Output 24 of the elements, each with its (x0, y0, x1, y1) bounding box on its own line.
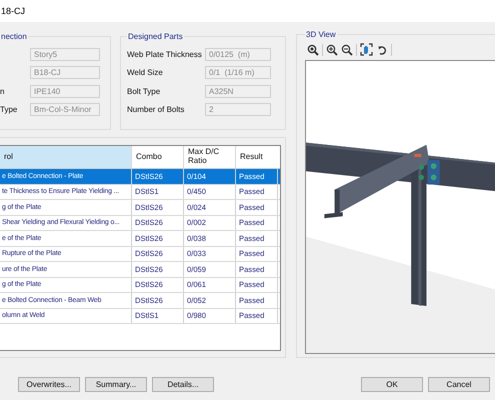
column-header[interactable]: Result (236, 146, 278, 168)
dialog-button[interactable]: Details... (152, 377, 214, 392)
group-title: Designed Parts (127, 32, 184, 41)
zoom-out-icon[interactable] (341, 44, 353, 56)
field-label: Web Plate Thickness (127, 50, 203, 59)
rotate-icon[interactable] (376, 44, 388, 56)
dialog-button[interactable]: Cancel (428, 377, 490, 392)
zoom-in-icon[interactable] (326, 44, 338, 56)
field-label: Number of Bolts (127, 105, 186, 114)
window-title: 18-CJ (1, 6, 26, 16)
dialog-button[interactable]: Overwrites... (18, 377, 80, 392)
field-label: Weld Size (127, 68, 164, 78)
group-title: nection (0, 32, 28, 41)
column-header[interactable]: rol (0, 146, 132, 168)
column-header[interactable]: Max D/C Ratio (184, 146, 236, 168)
field-label: n (0, 86, 6, 96)
column-header[interactable]: Combo (132, 146, 184, 168)
zoom-icon[interactable] (307, 44, 319, 56)
dialog-button[interactable]: Summary... (85, 377, 147, 392)
pan-icon[interactable] (360, 43, 373, 56)
field-label: Bolt Type (127, 86, 162, 96)
field-label: Type (0, 105, 18, 114)
group-title: 3D View (305, 30, 337, 39)
dialog-button[interactable]: OK (361, 377, 423, 392)
